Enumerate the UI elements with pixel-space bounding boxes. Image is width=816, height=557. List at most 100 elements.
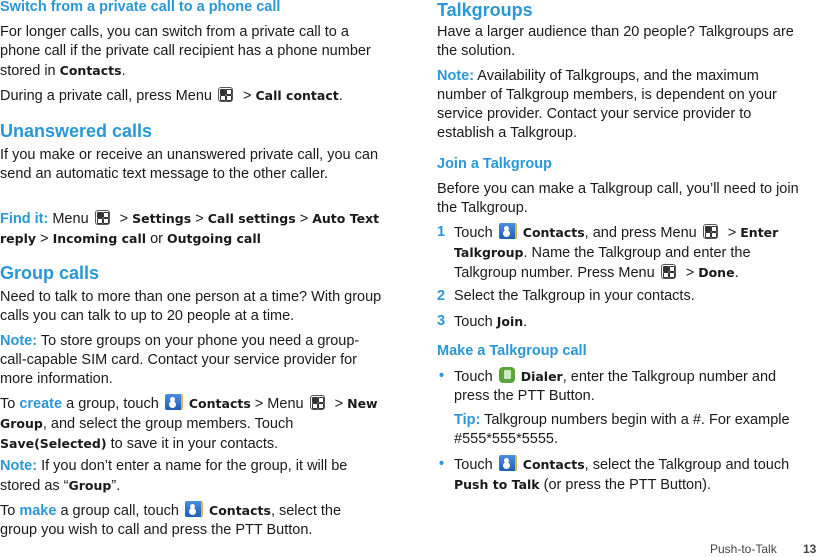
make-talkgroup-call-heading: Make a Talkgroup call	[437, 343, 587, 359]
text: To	[0, 396, 20, 412]
text: Touch	[454, 225, 497, 241]
text: (or press the PTT Button).	[539, 477, 712, 493]
contacts-icon	[164, 394, 183, 410]
contacts-term: Contacts	[188, 396, 251, 411]
text: a group, touch	[62, 396, 163, 412]
text: .	[338, 88, 343, 104]
text: Touch	[454, 457, 497, 473]
create-group-instruction: To create a group, touch Contacts > Menu…	[0, 394, 390, 454]
call-settings-term: Call settings	[207, 211, 296, 226]
tip-label: Tip:	[454, 412, 481, 428]
step-number: 2	[437, 288, 446, 304]
unanswered-paragraph: If you make or receive an unanswered pri…	[0, 147, 379, 182]
text: Menu	[48, 211, 89, 227]
bullet: •	[439, 456, 445, 472]
talkgroups-heading: Talkgroups	[437, 0, 533, 20]
group-term: Group	[68, 478, 112, 493]
text: Talkgroup numbers begin with a #. For ex…	[454, 412, 790, 447]
page-number: 13	[803, 542, 816, 556]
text: >	[115, 211, 133, 227]
contacts-icon	[498, 455, 517, 471]
find-it-label: Find it:	[0, 211, 49, 227]
join-step-1: 1 Touch Contacts, and press Menu > Enter …	[437, 223, 816, 283]
make-tip: Tip: Talkgroup numbers begin with a #. F…	[454, 411, 816, 449]
find-it-path: Find it: Menu > Settings > Call settings…	[0, 209, 385, 249]
unanswered-heading: Unanswered calls	[0, 121, 153, 141]
join-step-3: 3 Touch Join.	[437, 312, 816, 332]
make-bullet-1: • Touch Dialer, enter the Talkgroup number…	[437, 367, 814, 406]
contacts-term: Contacts	[522, 457, 585, 472]
switch-heading: Switch from a private call to a phone ca…	[0, 0, 281, 15]
call-contact-term: Call contact	[255, 88, 339, 103]
text: .	[523, 314, 528, 330]
text: Select the Talkgroup in your contacts.	[454, 288, 695, 304]
contacts-term: Contacts	[522, 225, 585, 240]
note-label: Note:	[0, 458, 38, 474]
text: >	[723, 225, 741, 241]
join-talkgroup-heading: Join a Talkgroup	[437, 156, 552, 172]
text: .	[734, 265, 739, 281]
text: If you don’t enter a name for the group,…	[0, 458, 348, 494]
text: , and press Menu	[584, 225, 697, 241]
make-group-call-instruction: To make a group call, touch Contacts, se…	[0, 501, 380, 540]
dialer-term: Dialer	[520, 369, 563, 384]
switch-instruction: During a private call, press Menu > Call…	[0, 86, 390, 106]
text: For longer calls, you can switch from a …	[0, 24, 371, 79]
text: >	[238, 88, 256, 104]
text: Touch	[454, 314, 497, 330]
talkgroups-note: Note: Availability of Talkgroups, and th…	[437, 67, 797, 143]
done-term: Done	[698, 265, 735, 280]
step-number: 1	[437, 224, 446, 240]
text: >	[330, 396, 348, 412]
switch-paragraph: For longer calls, you can switch from a …	[0, 23, 380, 81]
text: to save it in your contacts.	[106, 436, 279, 452]
dialer-icon	[498, 367, 515, 383]
text: To	[0, 503, 20, 519]
menu-icon	[94, 210, 110, 225]
text: , and select the group members. Touch	[42, 416, 294, 432]
menu-icon	[660, 264, 676, 279]
text: >	[191, 211, 208, 227]
contacts-icon	[185, 501, 203, 517]
save-selected-term: Save(Selected)	[0, 436, 107, 451]
outgoing-call-term: Outgoing call	[167, 231, 261, 246]
group-note: Note: To store groups on your phone you …	[0, 332, 380, 389]
note-label: Note:	[0, 333, 38, 349]
join-step-2: 2 Select the Talkgroup in your contacts.	[437, 287, 816, 306]
step-number: 3	[437, 313, 446, 329]
text: ”.	[111, 478, 121, 494]
text: , select the Talkgroup and touch	[584, 457, 790, 473]
push-to-talk-term: Push to Talk	[454, 477, 540, 492]
group-paragraph: Need to talk to more than one person at …	[0, 289, 382, 324]
contacts-icon	[498, 223, 517, 239]
create-term: create	[19, 396, 63, 412]
group-name-note: Note: If you don’t enter a name for the …	[0, 457, 390, 496]
join-term: Join	[496, 314, 524, 329]
menu-icon	[217, 87, 233, 102]
text: Availability of Talkgroups, and the maxi…	[437, 68, 777, 141]
bullet: •	[439, 368, 445, 384]
text: a group call, touch	[56, 503, 183, 519]
menu-icon	[702, 224, 718, 239]
text: Touch	[454, 369, 493, 385]
note-label: Note:	[437, 68, 475, 84]
text: .	[121, 63, 126, 79]
text: or	[146, 231, 167, 247]
text: >	[295, 211, 313, 227]
group-calls-heading: Group calls	[0, 263, 100, 283]
menu-icon	[309, 395, 325, 410]
footer-section-label: Push-to-Talk	[710, 542, 777, 556]
incoming-call-term: Incoming call	[52, 231, 147, 246]
make-term: make	[19, 503, 57, 519]
settings-term: Settings	[132, 211, 192, 226]
text: > Menu	[250, 396, 304, 412]
join-paragraph: Before you can make a Talkgroup call, yo…	[437, 181, 799, 216]
text: >	[681, 265, 699, 281]
text: To store groups on your phone you need a…	[0, 333, 360, 387]
contacts-term: Contacts	[209, 503, 271, 518]
contacts-term: Contacts	[59, 63, 122, 78]
talkgroups-paragraph: Have a larger audience than 20 people? T…	[437, 24, 794, 59]
text: During a private call, press Menu	[0, 88, 212, 104]
text: >	[36, 231, 53, 247]
make-bullet-2: • Touch Contacts, select the Talkgroup an…	[437, 455, 814, 495]
